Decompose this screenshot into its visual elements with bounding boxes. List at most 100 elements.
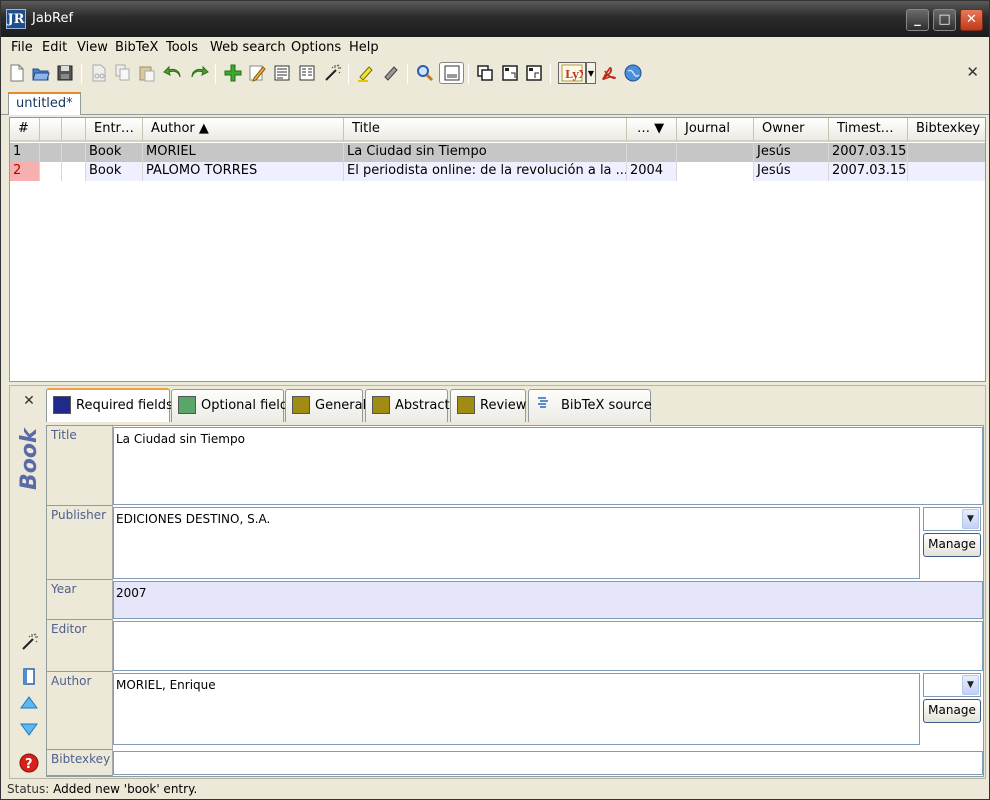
cut-icon[interactable] [88, 62, 110, 84]
author-field[interactable]: MORIEL, Enrique [113, 673, 920, 745]
tab-optional-fields[interactable]: Optional fields [171, 389, 295, 422]
author-manage-button[interactable]: Manage [923, 699, 981, 723]
redo-icon[interactable] [188, 62, 210, 84]
entry-table[interactable]: # Entr… Author ▲ Title … ▼ Journal Owner… [9, 117, 986, 382]
menu-tools[interactable]: Tools [163, 39, 201, 56]
preview-alt-icon[interactable] [296, 62, 318, 84]
table-row[interactable]: 2 Book PALOMO TORRES El periodista onlin… [10, 162, 985, 181]
table-cell [40, 162, 62, 181]
mark-icon[interactable] [355, 62, 377, 84]
entry-preview-icon[interactable] [18, 666, 40, 688]
column-header-entrytype[interactable]: Entr… [86, 118, 143, 142]
menu-file[interactable]: File [8, 39, 36, 56]
undo-icon[interactable] [162, 62, 184, 84]
table-cell: 2007.03.15 [829, 143, 908, 162]
table-cell [677, 162, 754, 181]
table-cell: La Ciudad sin Tiempo [344, 143, 627, 162]
menu-help[interactable]: Help [346, 39, 382, 56]
column-header-bibtexkey[interactable]: Bibtexkey [908, 118, 985, 142]
menu-view[interactable]: View [74, 39, 111, 56]
menu-bibtex[interactable]: BibTeX [112, 39, 161, 56]
table-cell: 2 [10, 162, 40, 181]
preview-icon[interactable] [271, 62, 293, 84]
tab-abstract[interactable]: Abstract [365, 389, 450, 422]
previous-entry-icon[interactable] [18, 692, 40, 714]
jabref-window: JR JabRef _ □ ✕ File Edit View BibTeX To… [0, 0, 990, 800]
column-header-owner[interactable]: Owner [754, 118, 829, 142]
unmark-icon[interactable] [380, 62, 402, 84]
column-header-year[interactable]: … ▼ [627, 118, 677, 142]
publisher-field[interactable]: EDICIONES DESTINO, S.A. [113, 507, 920, 579]
search-icon[interactable] [414, 62, 436, 84]
optional-fields-swatch [178, 395, 196, 414]
publisher-select[interactable]: ▼ [923, 507, 981, 531]
bibtexkey-field[interactable] [113, 751, 983, 775]
pdf-icon[interactable] [598, 62, 620, 84]
close-button[interactable]: ✕ [960, 9, 983, 31]
open-icon[interactable] [30, 62, 52, 84]
tab-untitled[interactable]: untitled* [8, 92, 81, 115]
tab-review[interactable]: Review [450, 389, 526, 422]
column-header-timestamp[interactable]: Timest… [829, 118, 908, 142]
menu-options[interactable]: Options [288, 39, 344, 56]
table-cell [908, 143, 985, 162]
edit-entry-icon[interactable] [246, 62, 268, 84]
generate-key-wand-icon[interactable] [18, 631, 40, 653]
editor-close-icon[interactable]: ✕ [18, 390, 40, 412]
column-header-file[interactable] [40, 118, 62, 142]
lyx-icon[interactable]: LyX [558, 62, 586, 84]
menu-edit[interactable]: Edit [39, 39, 70, 56]
next-entry-icon[interactable] [18, 718, 40, 740]
entry-type-label: Book [14, 420, 44, 500]
cleanup-wand-icon[interactable] [321, 62, 343, 84]
chevron-down-icon[interactable]: ▼ [962, 675, 979, 695]
dropdown-icon[interactable]: ▼ [586, 62, 596, 84]
tab-general[interactable]: General [285, 389, 367, 422]
help-icon[interactable]: ? [18, 752, 40, 774]
table-cell [908, 162, 985, 181]
add-entry-icon[interactable] [222, 62, 244, 84]
table-row[interactable]: 1 Book MORIEL La Ciudad sin Tiempo Jesús… [10, 143, 985, 162]
status-prefix: Status: [7, 782, 50, 796]
bibtex-source-icon [535, 390, 553, 421]
publisher-manage-button[interactable]: Manage [923, 533, 981, 557]
duplicate-icon[interactable] [474, 62, 496, 84]
table-cell: MORIEL [143, 143, 344, 162]
paste-icon[interactable] [136, 62, 158, 84]
column-header-number[interactable]: # [10, 118, 40, 142]
maximize-button[interactable]: □ [933, 9, 956, 31]
title-field[interactable]: La Ciudad sin Tiempo [113, 427, 983, 505]
required-fields-swatch [53, 395, 71, 414]
save-icon[interactable] [54, 62, 76, 84]
column-header-title[interactable]: Title [344, 118, 627, 142]
new-icon[interactable] [6, 62, 28, 84]
year-field[interactable]: 2007 [113, 581, 983, 619]
status-bar: Status: Added new 'book' entry. [1, 779, 989, 799]
table-cell [62, 143, 86, 162]
column-header-url[interactable] [62, 118, 86, 142]
author-select[interactable]: ▼ [923, 673, 981, 697]
copy-icon[interactable] [112, 62, 134, 84]
table-cell: Jesús [754, 143, 829, 162]
push-icon[interactable] [523, 62, 545, 84]
toolbar-close-icon[interactable]: ✕ [966, 63, 979, 81]
pull-icon[interactable] [499, 62, 521, 84]
field-label-title: Title [47, 426, 113, 506]
toggle-groups-icon[interactable] [439, 62, 464, 84]
tab-label: General [315, 398, 367, 413]
column-header-author[interactable]: Author ▲ [143, 118, 344, 142]
column-header-journal[interactable]: Journal [677, 118, 754, 142]
editor-field[interactable] [113, 621, 983, 671]
entry-type-text: Book [17, 427, 42, 490]
table-cell: Book [86, 143, 143, 162]
toolbar-separator [215, 64, 216, 84]
menu-web-search[interactable]: Web search [207, 39, 289, 56]
tab-required-fields[interactable]: Required fields [46, 388, 173, 422]
table-cell [40, 143, 62, 162]
title-bar[interactable]: JR JabRef _ □ ✕ [1, 1, 989, 37]
table-cell [627, 143, 677, 162]
chevron-down-icon[interactable]: ▼ [962, 509, 979, 529]
web-icon[interactable] [622, 62, 644, 84]
tab-bibtex-source[interactable]: BibTeX source [528, 389, 652, 422]
minimize-button[interactable]: _ [906, 9, 929, 31]
